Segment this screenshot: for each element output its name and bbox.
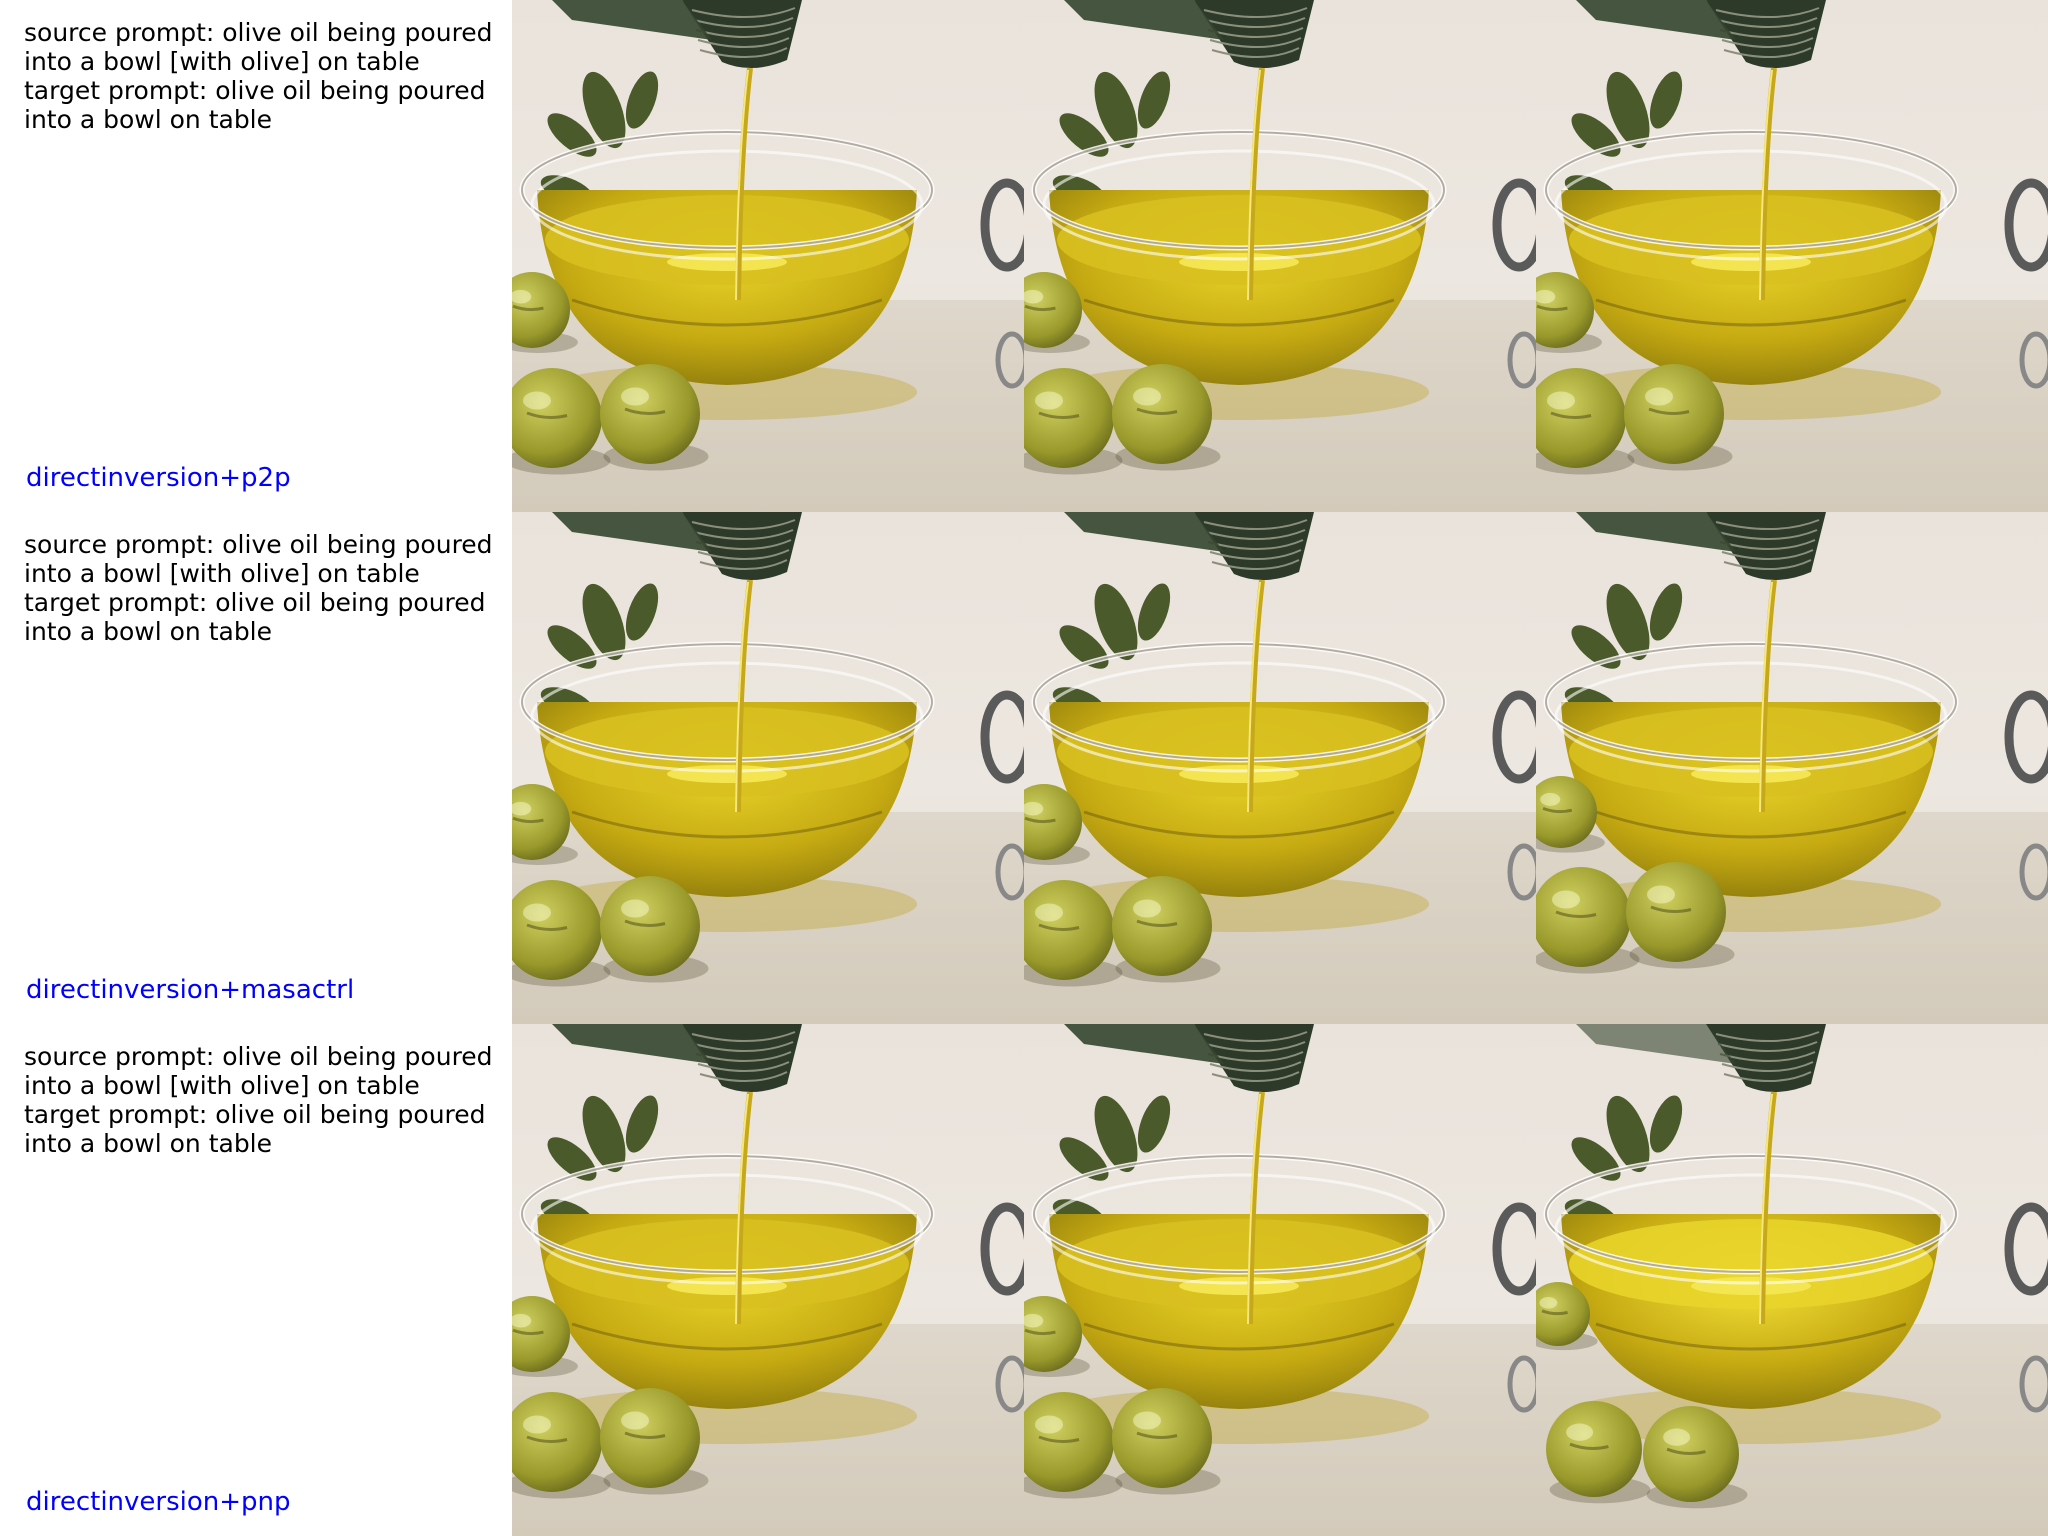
reconstructed-image	[1024, 1024, 1536, 1536]
olive-oil-photo	[1536, 512, 2048, 1024]
olive-oil-photo	[512, 0, 1024, 512]
edited-image	[1536, 512, 2048, 1024]
target-prompt-line-1: target prompt: olive oil being poured	[24, 588, 486, 617]
row-label-panel: source prompt: olive oil being poured in…	[0, 0, 512, 512]
olive-oil-photo	[1024, 0, 1536, 512]
target-prompt-line-1: target prompt: olive oil being poured	[24, 1100, 486, 1129]
method-label: directinversion+p2p	[26, 463, 291, 493]
source-prompt-line-2: into a bowl [with olive] on table	[24, 47, 420, 76]
reconstructed-image	[1024, 512, 1536, 1024]
method-label: directinversion+masactrl	[26, 975, 355, 1005]
target-prompt-line-2: into a bowl on table	[24, 105, 273, 134]
source-image	[512, 1024, 1024, 1536]
source-prompt-line-1: source prompt: olive oil being poured	[24, 1042, 493, 1071]
olive-oil-photo	[512, 512, 1024, 1024]
reconstructed-image	[1024, 0, 1536, 512]
source-prompt-line-1: source prompt: olive oil being poured	[24, 530, 493, 559]
source-prompt-line-1: source prompt: olive oil being poured	[24, 18, 493, 47]
result-row-p2p: source prompt: olive oil being poured in…	[0, 0, 2048, 512]
source-image	[512, 512, 1024, 1024]
olive-oil-photo	[1536, 1024, 2048, 1536]
row-label-panel: source prompt: olive oil being poured in…	[0, 1024, 512, 1536]
target-prompt-line-2: into a bowl on table	[24, 1129, 273, 1158]
result-row-masactrl: source prompt: olive oil being poured in…	[0, 512, 2048, 1024]
prompt-text: source prompt: olive oil being poured in…	[24, 530, 504, 646]
olive-oil-photo	[1536, 0, 2048, 512]
method-label: directinversion+pnp	[26, 1487, 291, 1517]
prompt-text: source prompt: olive oil being poured in…	[24, 18, 504, 134]
source-prompt-line-2: into a bowl [with olive] on table	[24, 1071, 420, 1100]
olive-oil-photo	[1024, 512, 1536, 1024]
result-row-pnp: source prompt: olive oil being poured in…	[0, 1024, 2048, 1536]
row-label-panel: source prompt: olive oil being poured in…	[0, 512, 512, 1024]
target-prompt-line-1: target prompt: olive oil being poured	[24, 76, 486, 105]
source-prompt-line-2: into a bowl [with olive] on table	[24, 559, 420, 588]
edited-image	[1536, 0, 2048, 512]
olive-oil-photo	[1024, 1024, 1536, 1536]
source-image	[512, 0, 1024, 512]
prompt-text: source prompt: olive oil being poured in…	[24, 1042, 504, 1158]
olive-oil-photo	[512, 1024, 1024, 1536]
target-prompt-line-2: into a bowl on table	[24, 617, 273, 646]
edited-image	[1536, 1024, 2048, 1536]
